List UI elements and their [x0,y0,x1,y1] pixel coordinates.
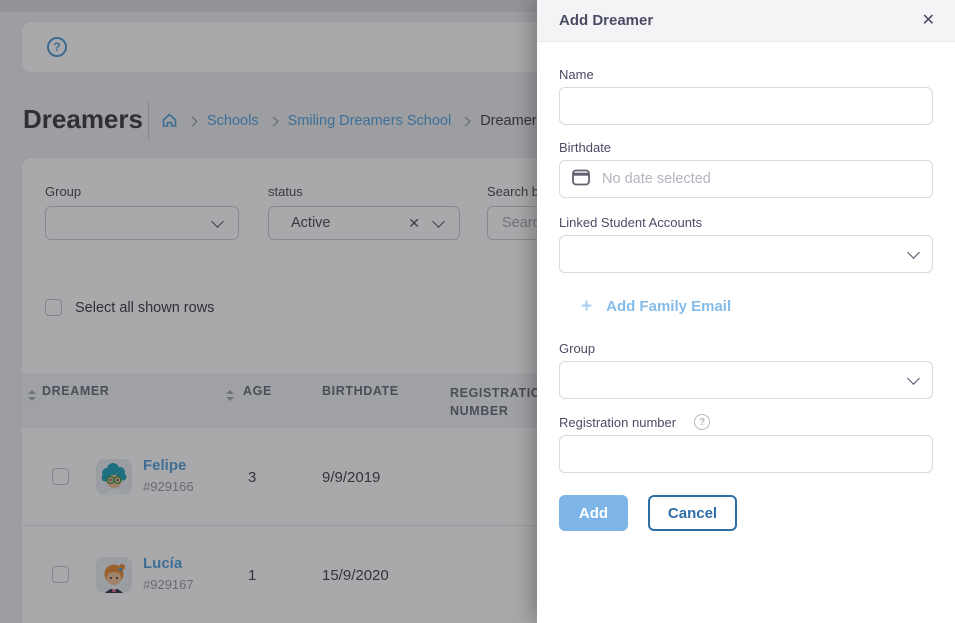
linked-accounts-label: Linked Student Accounts [559,215,933,230]
chevron-down-icon [907,372,920,385]
cancel-button[interactable]: Cancel [648,495,737,531]
plus-icon: + [581,297,592,316]
modal-body: Name Birthdate No date selected Linked S… [537,67,955,531]
add-button[interactable]: Add [559,495,628,531]
group-label: Group [559,341,933,356]
registration-label-row: Registration number ? [559,414,933,430]
birthdate-field[interactable]: No date selected [559,160,933,198]
modal-title: Add Dreamer [559,12,653,29]
add-family-email-label: Add Family Email [606,298,731,315]
modal-actions: Add Cancel [559,495,933,531]
registration-field[interactable] [559,435,933,473]
close-icon[interactable]: ✕ [922,13,935,29]
app-root: ? Dreamers Schools Smiling Dreamers Scho… [0,0,955,623]
modal-header: Add Dreamer ✕ [537,0,955,42]
add-family-email-link[interactable]: + Add Family Email [559,297,933,316]
add-dreamer-modal: Add Dreamer ✕ Name Birthdate No date sel… [537,0,955,623]
calendar-icon [570,166,592,193]
name-label: Name [559,67,933,82]
birthdate-label: Birthdate [559,140,933,155]
chevron-down-icon [907,246,920,259]
group-select[interactable] [559,361,933,399]
birthdate-placeholder: No date selected [602,171,711,187]
registration-label: Registration number [559,415,676,430]
name-field[interactable] [559,87,933,125]
help-icon[interactable]: ? [694,414,710,430]
linked-accounts-select[interactable] [559,235,933,273]
